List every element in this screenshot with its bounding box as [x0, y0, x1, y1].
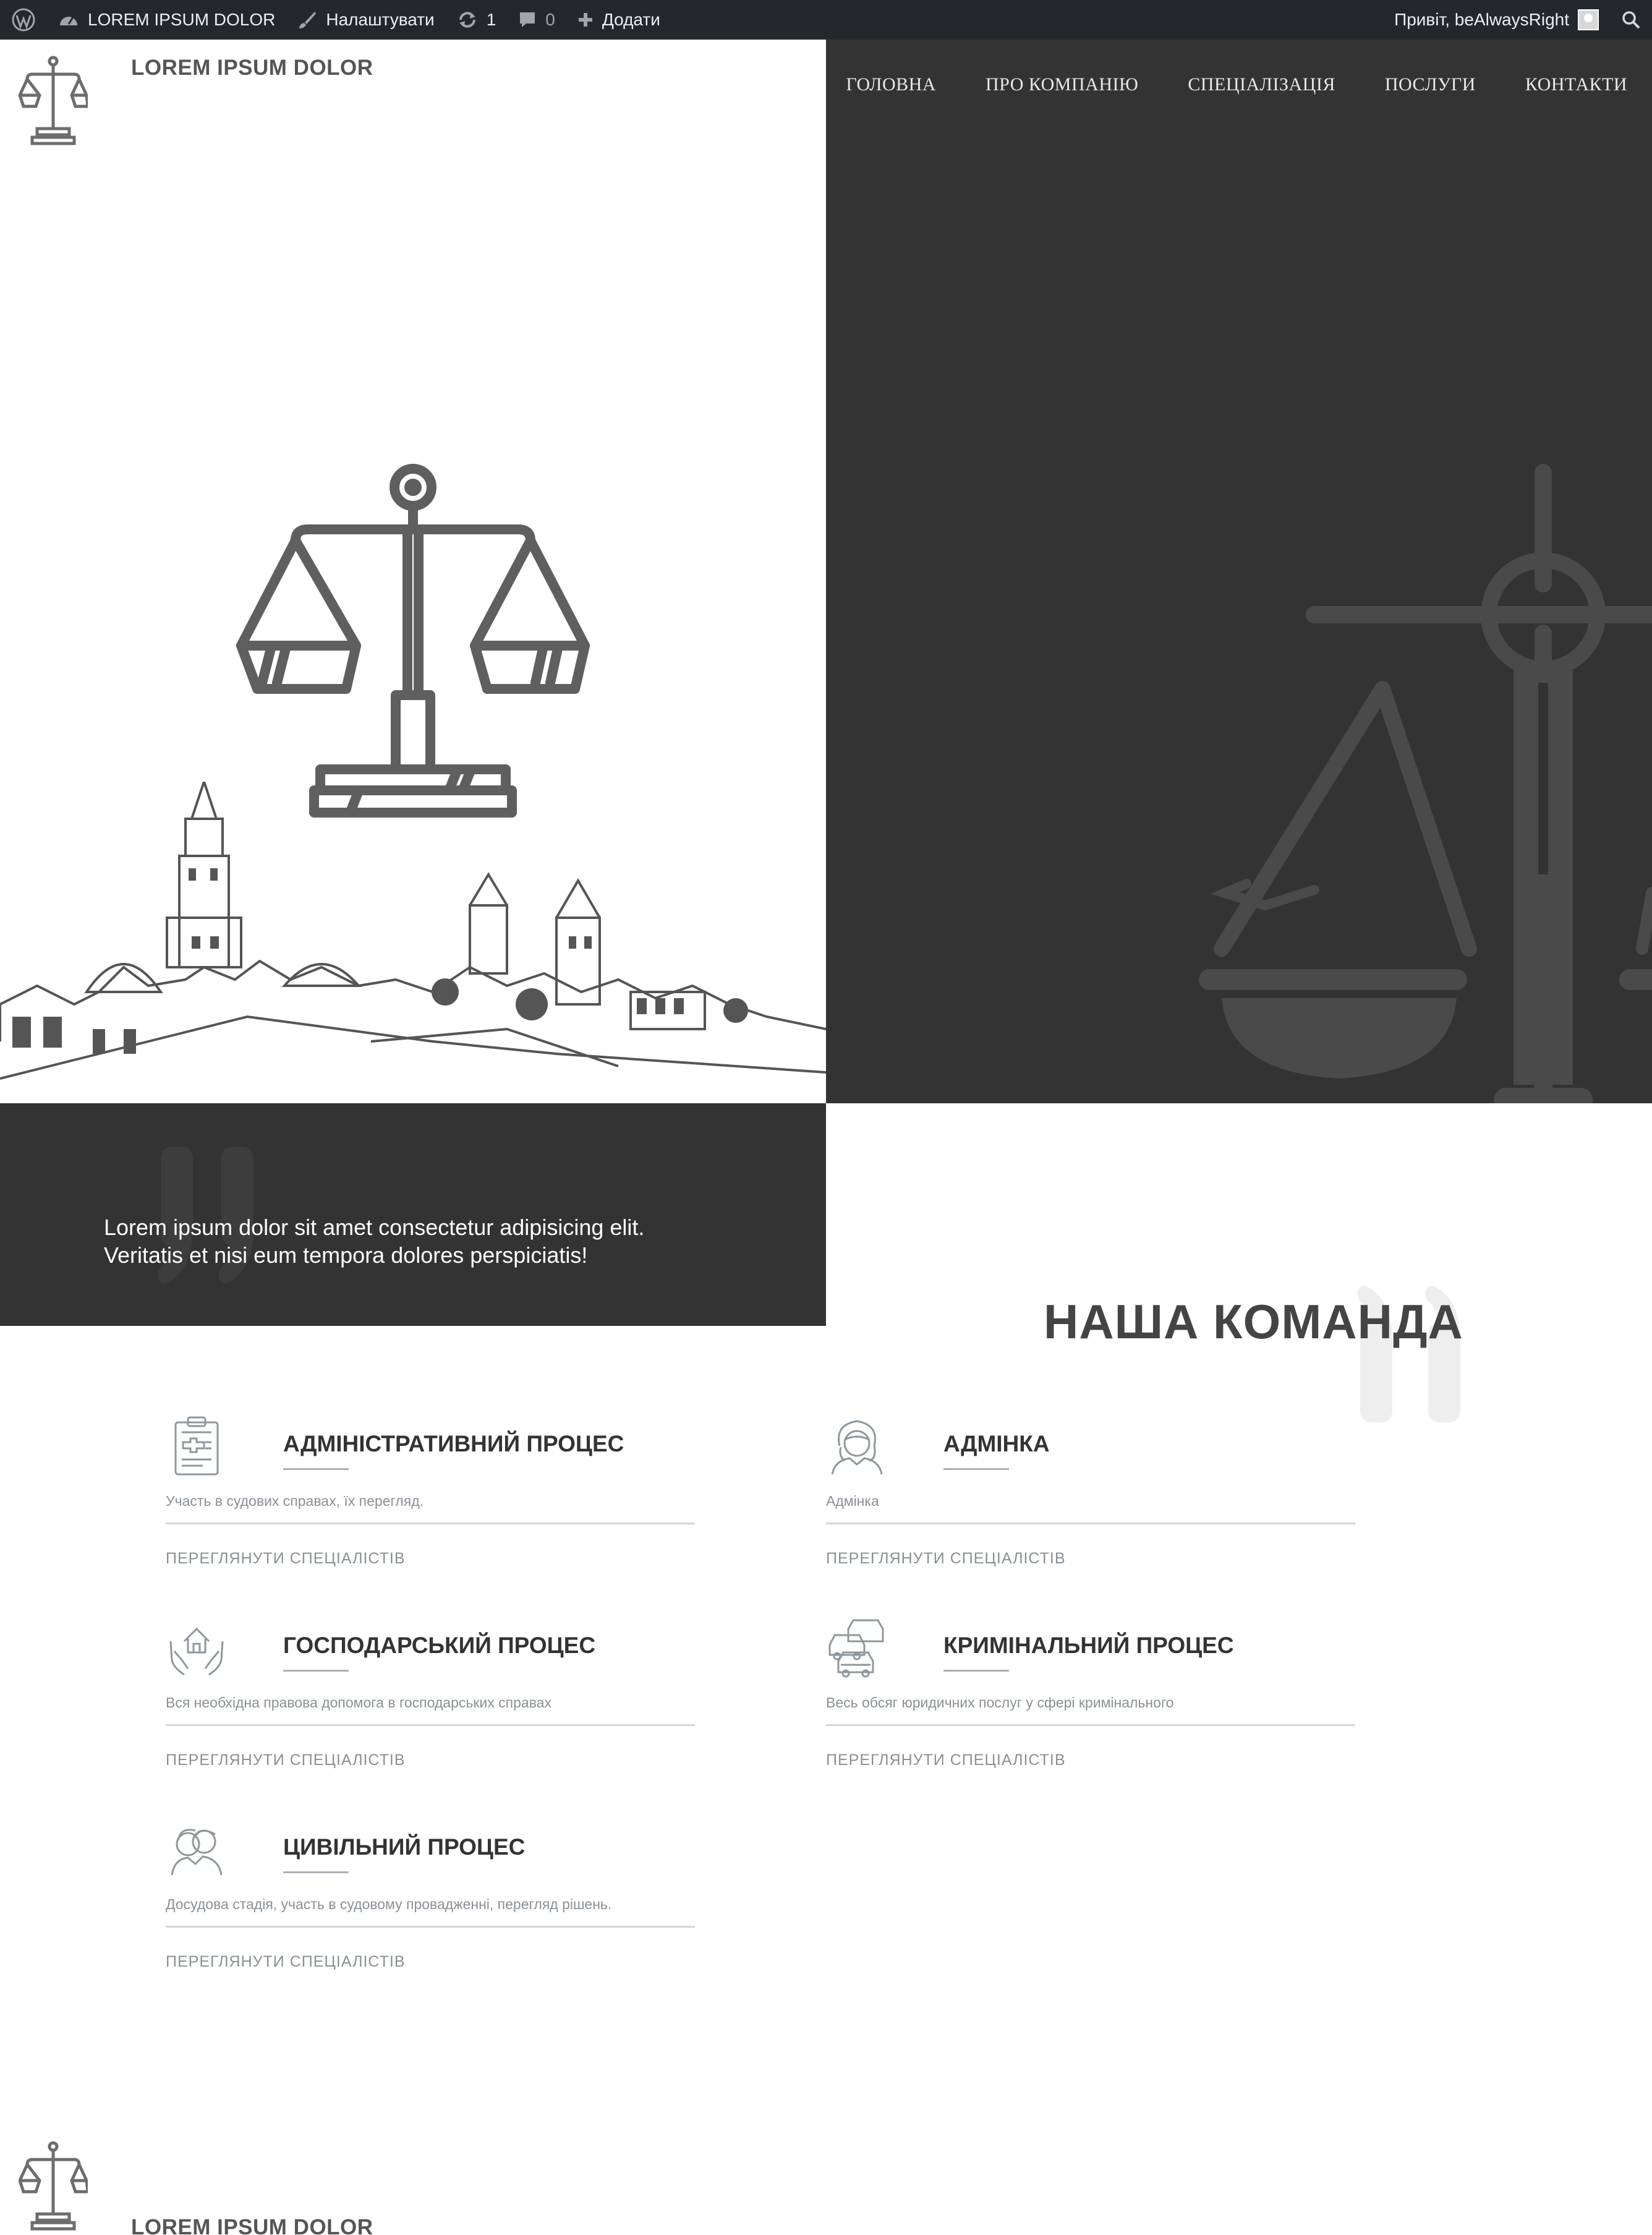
footer-logo[interactable]: LOREM IPSUM DOLOR [19, 2141, 373, 2235]
nav-item-home[interactable]: ГОЛОВНА [846, 74, 936, 95]
nav-item-specialization[interactable]: СПЕЦІАЛІЗАЦІЯ [1188, 74, 1335, 95]
view-specialists-link[interactable]: ПЕРЕГЛЯНУТИ СПЕЦІАЛІСТІВ [826, 1751, 1066, 1769]
divider [166, 1926, 695, 1928]
main-nav: ГОЛОВНА ПРО КОМПАНІЮ СПЕЦІАЛІЗАЦІЯ ПОСЛУ… [846, 74, 1627, 95]
service-title: ЦИВІЛЬНИЙ ПРОЦЕС [283, 1834, 526, 1860]
quote-line-2: Veritatis et nisi eum tempora dolores pe… [104, 1242, 588, 1268]
greeting-text: Привіт, beAlwaysRight [1394, 10, 1569, 29]
title-underline [943, 1670, 1009, 1672]
team-section-title: НАША КОМАНДА [1044, 1294, 1463, 1349]
view-specialists-link[interactable]: ПЕРЕГЛЯНУТИ СПЕЦІАЛІСТІВ [826, 1550, 1066, 1568]
title-underline [943, 1468, 1009, 1470]
service-description: Адмінка [826, 1493, 879, 1509]
service-description: Участь в судових справах, їх перегляд. [166, 1493, 424, 1509]
quote-box: Lorem ipsum dolor sit amet consectetur a… [0, 1103, 826, 1326]
clipboard-icon [174, 1416, 219, 1476]
service-title: АДМІНІСТРАТИВНИЙ ПРОЦЕС [283, 1431, 624, 1456]
service-card: АДМІНІСТРАТИВНИЙ ПРОЦЕС Участь в судових… [166, 1415, 695, 1576]
comments-button[interactable]: 0 [507, 0, 566, 40]
site-name-button[interactable]: LOREM IPSUM DOLOR [47, 0, 286, 40]
customize-label: Налаштувати [326, 10, 435, 29]
service-card: КРИМІНАЛЬНИЙ ПРОЦЕС Весь обсяг юридичних… [826, 1617, 1355, 1777]
divider [826, 1523, 1355, 1524]
admin-search-button[interactable] [1610, 0, 1652, 40]
service-title: ГОСПОДАРСЬКИЙ ПРОЦЕС [283, 1633, 596, 1658]
divider [826, 1724, 1355, 1726]
service-card: АДМІНКА Адмінка ПЕРЕГЛЯНУТИ СПЕЦІАЛІСТІВ [826, 1415, 1355, 1576]
header-logo[interactable]: LOREM IPSUM DOLOR [19, 56, 373, 145]
admin-bar: LOREM IPSUM DOLOR Налаштувати 1 0 Додати… [0, 0, 1652, 40]
new-content-label: Додати [602, 10, 660, 29]
service-description: Весь обсяг юридичних послуг у сфері крим… [826, 1694, 1174, 1711]
hero-dark-panel: ГОЛОВНА ПРО КОМПАНІЮ СПЕЦІАЛІЗАЦІЯ ПОСЛУ… [826, 40, 1652, 1103]
brush-icon [299, 12, 317, 28]
header-logo-text: LOREM IPSUM DOLOR [131, 56, 373, 80]
updates-count: 1 [486, 10, 496, 29]
quote-line-1: Lorem ipsum dolor sit amet consectetur a… [104, 1215, 645, 1240]
scales-background-icon [1199, 464, 1652, 1103]
view-specialists-link[interactable]: ПЕРЕГЛЯНУТИ СПЕЦІАЛІСТІВ [166, 1953, 406, 1971]
title-underline [283, 1871, 349, 1873]
cars-icon [828, 1619, 884, 1678]
customize-button[interactable]: Налаштувати [286, 0, 445, 40]
service-card: ЦИВІЛЬНИЙ ПРОЦЕС Досудова стадія, участь… [166, 1818, 695, 1979]
plus-icon [578, 13, 592, 27]
divider [166, 1724, 695, 1726]
updates-icon [459, 12, 475, 28]
scales-logo-icon [19, 56, 88, 145]
wordpress-icon [12, 8, 35, 32]
service-title: КРИМІНАЛЬНИЙ ПРОЦЕС [943, 1633, 1234, 1658]
service-title: АДМІНКА [943, 1431, 1050, 1456]
view-specialists-link[interactable]: ПЕРЕГЛЯНУТИ СПЕЦІАЛІСТІВ [166, 1550, 406, 1568]
comment-icon [520, 12, 535, 27]
quote-text: Lorem ipsum dolor sit amet consectetur a… [104, 1213, 722, 1269]
service-description: Вся необхідна правова допомога в господа… [166, 1694, 551, 1711]
title-underline [283, 1670, 349, 1672]
people-icon [171, 1829, 223, 1876]
updates-button[interactable]: 1 [446, 0, 508, 40]
wordpress-logo-button[interactable] [0, 0, 47, 40]
avatar [1578, 9, 1599, 30]
title-underline [283, 1468, 349, 1470]
footer-logo-text: LOREM IPSUM DOLOR [131, 2215, 373, 2235]
page: LOREM IPSUM DOLOR Налаштувати 1 0 Додати… [0, 0, 1652, 2235]
comments-count: 0 [545, 10, 555, 29]
dashboard-icon [60, 17, 77, 25]
scales-logo-icon [19, 2141, 88, 2231]
site-name-label: LOREM IPSUM DOLOR [88, 10, 276, 29]
nav-item-about[interactable]: ПРО КОМПАНІЮ [986, 74, 1138, 95]
new-content-button[interactable]: Додати [566, 0, 671, 40]
account-menu[interactable]: Привіт, beAlwaysRight [1383, 0, 1610, 40]
view-specialists-link[interactable]: ПЕРЕГЛЯНУТИ СПЕЦІАЛІСТІВ [166, 1751, 406, 1769]
hero-image-panel: LOREM IPSUM DOLOR [0, 40, 826, 1103]
house-hands-icon [169, 1627, 224, 1676]
city-sketch-illustration [0, 782, 826, 1080]
service-card: ГОСПОДАРСЬКИЙ ПРОЦЕС Вся необхідна право… [166, 1617, 695, 1777]
woman-avatar-icon [831, 1420, 883, 1475]
service-description: Досудова стадія, участь в судовому прова… [166, 1896, 612, 1912]
divider [166, 1523, 695, 1524]
nav-item-services[interactable]: ПОСЛУГИ [1385, 74, 1476, 95]
search-icon [1622, 11, 1640, 29]
nav-item-contacts[interactable]: КОНТАКТИ [1525, 74, 1627, 95]
